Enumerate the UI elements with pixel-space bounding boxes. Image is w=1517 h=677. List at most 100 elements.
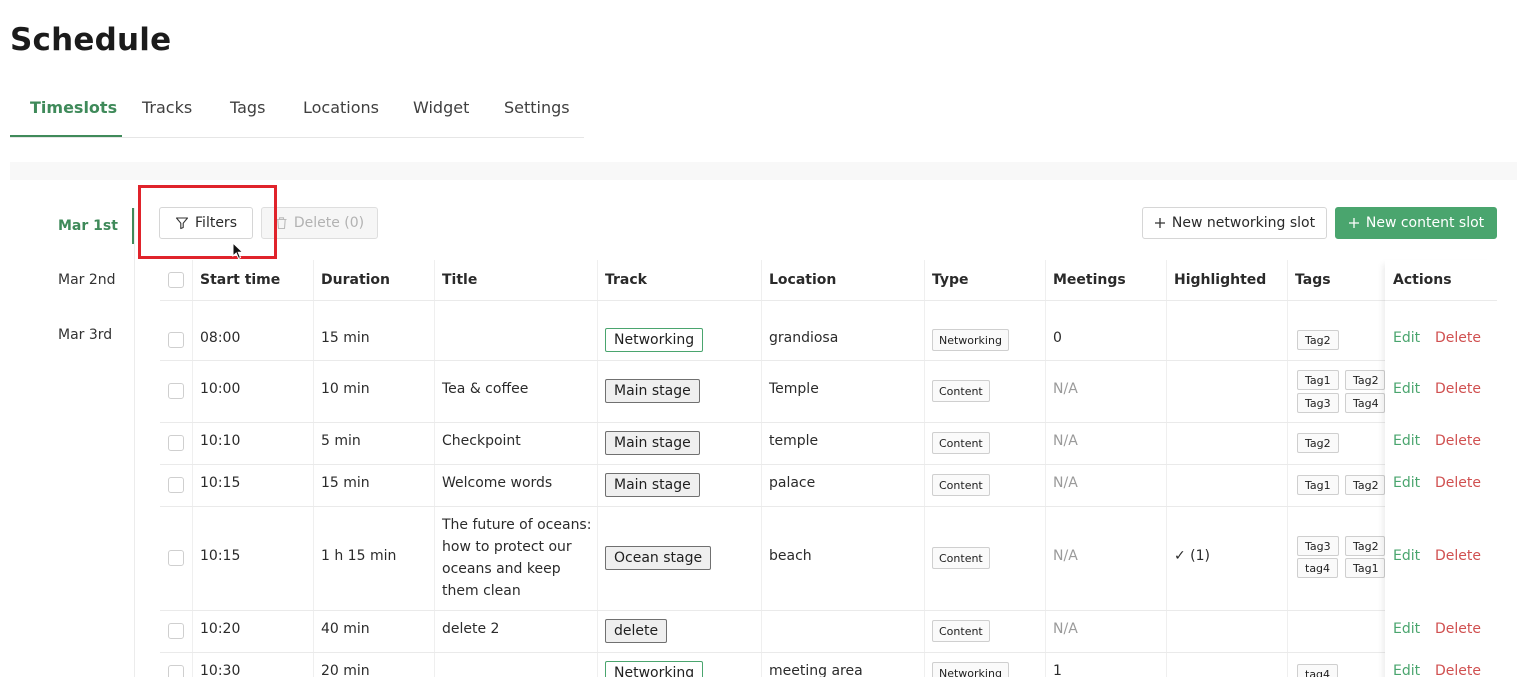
meetings-cell: 1: [1053, 663, 1062, 677]
column-header-duration[interactable]: Duration: [321, 260, 390, 300]
delete-link[interactable]: Delete: [1435, 381, 1481, 397]
delete-link[interactable]: Delete: [1435, 621, 1481, 637]
row-checkbox[interactable]: [168, 332, 184, 348]
duration-cell: 20 min: [321, 663, 370, 677]
delete-link[interactable]: Delete: [1435, 663, 1481, 677]
edit-link[interactable]: Edit: [1393, 663, 1420, 677]
type-badge: Content: [932, 432, 990, 454]
column-divider: [761, 260, 762, 677]
row-divider: [160, 422, 1385, 423]
column-header-tags[interactable]: Tags: [1295, 260, 1331, 300]
type-badge: Networking: [932, 329, 1009, 351]
edit-link[interactable]: Edit: [1393, 548, 1420, 564]
edit-link[interactable]: Edit: [1393, 381, 1420, 397]
edit-link[interactable]: Edit: [1393, 433, 1420, 449]
type-badge: Content: [932, 547, 990, 569]
column-divider: [924, 260, 925, 677]
delete-link[interactable]: Delete: [1435, 475, 1481, 491]
edit-link[interactable]: Edit: [1393, 330, 1420, 346]
row-checkbox[interactable]: [168, 665, 184, 677]
track-badge: Main stage: [605, 473, 700, 497]
delete-link[interactable]: Delete: [1435, 433, 1481, 449]
duration-cell: 15 min: [321, 330, 370, 346]
new-networking-slot-button[interactable]: New networking slot: [1142, 207, 1327, 239]
highlighted-cell: ✓ (1): [1174, 548, 1211, 564]
tag-badge: Tag1: [1345, 558, 1385, 578]
meetings-cell: N/A: [1053, 381, 1078, 397]
mouse-cursor-icon: [232, 242, 244, 260]
select-all-checkbox[interactable]: [168, 272, 184, 288]
row-checkbox[interactable]: [168, 383, 184, 399]
edit-link[interactable]: Edit: [1393, 621, 1420, 637]
delete-selected-button[interactable]: Delete (0): [261, 207, 378, 239]
type-badge: Content: [932, 620, 990, 642]
title-cell: Checkpoint: [442, 433, 521, 449]
row-checkbox[interactable]: [168, 435, 184, 451]
duration-cell: 10 min: [321, 381, 370, 397]
tag-badge: Tag1: [1297, 370, 1339, 390]
column-divider: [597, 260, 598, 677]
location-cell: temple: [769, 433, 819, 449]
tab-tags[interactable]: Tags: [230, 98, 265, 117]
column-divider: [434, 260, 435, 677]
column-header-location[interactable]: Location: [769, 260, 836, 300]
tab-timeslots[interactable]: Timeslots: [30, 98, 117, 117]
start-time-cell: 10:30: [200, 663, 241, 677]
column-header-track[interactable]: Track: [605, 260, 647, 300]
column-header-start-time[interactable]: Start time: [200, 260, 280, 300]
type-badge: Content: [932, 474, 990, 496]
column-header-title[interactable]: Title: [442, 260, 477, 300]
delete-link[interactable]: Delete: [1435, 548, 1481, 564]
day-mar-1st[interactable]: Mar 1st: [58, 218, 118, 234]
delete-link[interactable]: Delete: [1435, 330, 1481, 346]
start-time-cell: 10:15: [200, 475, 241, 491]
tab-tracks[interactable]: Tracks: [142, 98, 192, 117]
day-mar-2nd[interactable]: Mar 2nd: [58, 272, 116, 288]
track-badge: Main stage: [605, 379, 700, 403]
row-divider: [160, 464, 1385, 465]
tag-badge: Tag2: [1345, 370, 1385, 390]
location-cell: meeting area: [769, 663, 863, 677]
tag-badge: Tag2: [1345, 475, 1385, 495]
start-time-cell: 10:10: [200, 433, 241, 449]
meetings-cell: N/A: [1053, 548, 1078, 564]
track-badge: Networking: [605, 328, 704, 352]
type-badge: Content: [932, 380, 990, 402]
column-header-type[interactable]: Type: [932, 260, 969, 300]
column-header-actions: Actions: [1393, 272, 1452, 288]
tab-bar: Timeslots Tracks Tags Locations Widget S…: [10, 86, 584, 138]
tab-locations[interactable]: Locations: [303, 98, 379, 117]
track-badge: Networking: [605, 661, 704, 677]
tag-badge: Tag3: [1297, 393, 1339, 413]
column-header-meetings[interactable]: Meetings: [1053, 260, 1126, 300]
edit-link[interactable]: Edit: [1393, 475, 1420, 491]
row-checkbox[interactable]: [168, 550, 184, 566]
tag-badge: tag4: [1297, 558, 1339, 578]
start-time-cell: 10:00: [200, 381, 241, 397]
location-cell: palace: [769, 475, 816, 491]
meetings-cell: 0: [1053, 330, 1062, 346]
day-mar-3rd[interactable]: Mar 3rd: [58, 327, 112, 343]
track-badge: Ocean stage: [605, 546, 712, 570]
timeslots-panel: Mar 1st Mar 2nd Mar 3rd Filters Delete (…: [10, 162, 1517, 677]
actions-column: Actions Edit Delete Edit Delete Edit Del…: [1385, 260, 1497, 677]
tab-widget[interactable]: Widget: [413, 98, 469, 117]
new-content-slot-button[interactable]: New content slot: [1335, 207, 1497, 239]
column-header-highlighted[interactable]: Highlighted: [1174, 260, 1266, 300]
meetings-cell: N/A: [1053, 621, 1078, 637]
plus-icon: [1348, 218, 1359, 228]
delete-selected-label: Delete (0): [293, 215, 365, 231]
column-divider: [1045, 260, 1046, 677]
duration-cell: 15 min: [321, 475, 370, 491]
row-divider: [160, 506, 1385, 507]
tab-settings[interactable]: Settings: [504, 98, 570, 117]
duration-cell: 40 min: [321, 621, 370, 637]
page-title: Schedule: [10, 22, 172, 58]
tag-badge: Tag2: [1297, 433, 1339, 453]
track-badge: Main stage: [605, 431, 700, 455]
day-list-divider: [134, 208, 135, 677]
row-checkbox[interactable]: [168, 477, 184, 493]
row-checkbox[interactable]: [168, 623, 184, 639]
tag-badge: tag4: [1297, 664, 1339, 677]
duration-cell: 1 h 15 min: [321, 548, 397, 564]
